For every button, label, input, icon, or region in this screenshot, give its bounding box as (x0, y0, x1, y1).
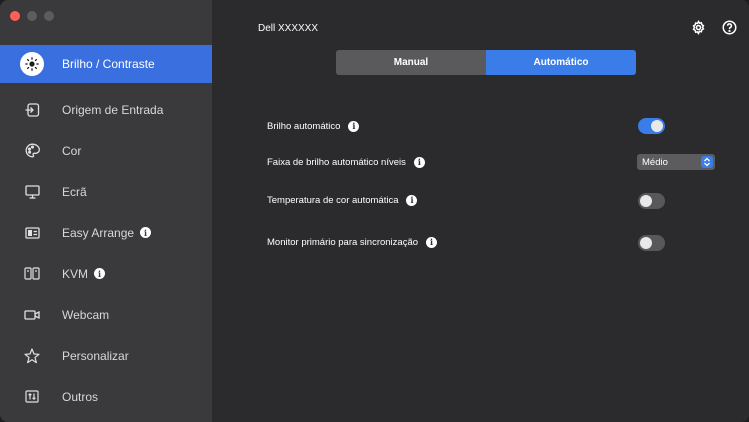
kvm-icon (22, 264, 42, 284)
sidebar-item-label: Outros (62, 389, 99, 404)
minimize-window-button[interactable] (27, 11, 37, 21)
settings-gear-icon[interactable] (691, 20, 706, 35)
close-window-button[interactable] (10, 11, 20, 21)
sidebar-item-label: KVM (62, 266, 89, 281)
display-icon (22, 182, 42, 202)
window-controls (10, 11, 54, 21)
input-source-icon (22, 100, 42, 120)
sidebar-item-label: Personalizar (62, 348, 129, 363)
tab-manual[interactable]: Manual (336, 50, 486, 75)
sidebar-item-label: Cor (62, 143, 82, 158)
primary-monitor-sync-toggle[interactable] (638, 235, 665, 251)
setting-label: Temperatura de cor automática i (267, 194, 418, 206)
others-icon (22, 387, 42, 407)
info-icon[interactable]: i (413, 156, 425, 168)
mode-segmented-control: Manual Automático (336, 50, 636, 75)
zoom-window-button[interactable] (44, 11, 54, 21)
auto-brightness-levels-select[interactable]: Médio (637, 154, 715, 170)
sidebar: Brilho / Contraste Origem de Entrada Cor… (0, 0, 212, 422)
info-icon[interactable]: i (406, 194, 418, 206)
sidebar-item-personalize[interactable]: Personalizar (0, 335, 212, 376)
info-icon[interactable]: i (426, 236, 438, 248)
main-panel: Dell XXXXXX Manual Automático Brilho aut… (212, 0, 749, 422)
easy-arrange-icon (22, 223, 42, 243)
auto-color-temp-label: Temperatura de cor automática (267, 194, 399, 206)
chevron-updown-icon (701, 156, 713, 168)
setting-label: Monitor primário para sincronização i (267, 236, 438, 248)
toggle-knob (640, 195, 652, 207)
sidebar-item-label: Brilho / Contraste (62, 57, 155, 71)
sidebar-item-label: Origem de Entrada (62, 102, 164, 117)
sidebar-item-label: Ecrã (62, 184, 87, 199)
sidebar-item-brightness-contrast[interactable]: Brilho / Contraste (0, 45, 212, 83)
auto-brightness-toggle[interactable] (638, 118, 665, 134)
auto-color-temp-toggle[interactable] (638, 193, 665, 209)
sidebar-nav: Brilho / Contraste Origem de Entrada Cor… (0, 45, 212, 417)
sidebar-item-webcam[interactable]: Webcam (0, 294, 212, 335)
star-icon (22, 346, 42, 366)
info-icon[interactable]: i (348, 120, 360, 132)
sidebar-item-display[interactable]: Ecrã (0, 171, 212, 212)
toggle-knob (651, 120, 663, 132)
app-window: Brilho / Contraste Origem de Entrada Cor… (0, 0, 749, 422)
sidebar-item-others[interactable]: Outros (0, 376, 212, 417)
webcam-icon (22, 305, 42, 325)
select-value: Médio (642, 156, 668, 168)
auto-brightness-label: Brilho automático (267, 120, 341, 132)
brightness-icon (20, 52, 44, 76)
primary-monitor-sync-label: Monitor primário para sincronização (267, 236, 419, 248)
sidebar-item-easy-arrange[interactable]: Easy Arrange i (0, 212, 212, 253)
auto-brightness-levels-label: Faixa de brilho automático níveis (267, 156, 406, 168)
sidebar-item-label: Easy Arrange (62, 225, 135, 240)
color-icon (22, 141, 42, 161)
info-icon[interactable]: i (94, 268, 106, 279)
sidebar-item-color[interactable]: Cor (0, 130, 212, 171)
sidebar-item-label: Webcam (62, 307, 110, 322)
tab-automatic[interactable]: Automático (486, 50, 636, 75)
info-icon[interactable]: i (140, 227, 152, 238)
monitor-name: Dell XXXXXX (258, 23, 319, 34)
help-icon[interactable] (722, 20, 737, 35)
sidebar-item-kvm[interactable]: KVM i (0, 253, 212, 294)
sidebar-item-input-source[interactable]: Origem de Entrada (0, 89, 212, 130)
setting-label: Faixa de brilho automático níveis i (267, 156, 425, 168)
toggle-knob (640, 237, 652, 249)
top-toolbar (691, 20, 737, 35)
setting-label: Brilho automático i (267, 120, 360, 132)
